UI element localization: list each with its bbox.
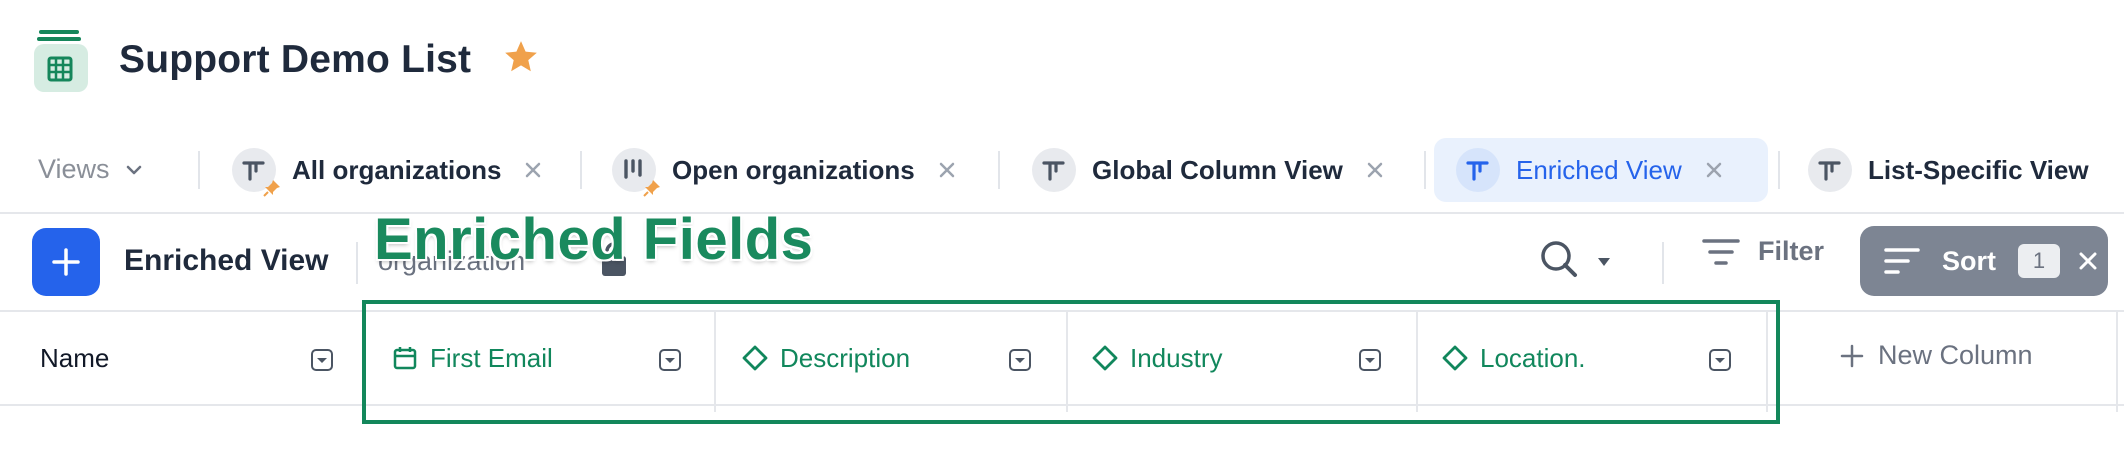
star-icon[interactable]	[502, 38, 540, 76]
column-menu-icon[interactable]	[1358, 348, 1382, 372]
views-dropdown[interactable]: Views	[38, 154, 144, 185]
filter-button[interactable]: Filter	[1702, 236, 1824, 267]
diamond-icon	[742, 345, 768, 371]
diamond-icon	[1442, 345, 1468, 371]
column-menu-icon[interactable]	[1708, 348, 1732, 372]
column-label: Industry	[1130, 342, 1223, 373]
column-label: Name	[40, 342, 110, 373]
plus-icon	[52, 248, 80, 276]
tab-enriched-view[interactable]: Enriched View	[1434, 138, 1768, 202]
tab-divider	[1424, 151, 1426, 189]
tab-divider	[198, 151, 200, 189]
column-header-description[interactable]: Description	[742, 312, 1042, 404]
sort-icon	[1884, 248, 1920, 274]
tab-label: List-Specific View	[1868, 154, 2089, 185]
new-column-label: New Column	[1878, 340, 2033, 370]
column-menu-icon[interactable]	[658, 348, 682, 372]
pin-icon	[643, 180, 660, 197]
board-view-icon	[612, 148, 660, 197]
tab-label: Enriched View	[1516, 154, 1682, 185]
tab-open-organizations[interactable]: Open organizations	[612, 138, 957, 202]
new-column-button[interactable]: New Column	[1840, 340, 2033, 371]
sort-button[interactable]: Sort 1	[1860, 226, 2108, 296]
views-label: Views	[38, 154, 110, 184]
toolbar-divider	[1662, 242, 1664, 284]
column-divider	[1416, 312, 1418, 412]
column-divider	[2116, 312, 2118, 412]
diamond-icon	[1092, 345, 1118, 371]
tab-divider	[1778, 151, 1780, 189]
column-label: Location.	[1480, 342, 1586, 373]
close-icon[interactable]	[2078, 251, 2098, 271]
column-label: First Email	[430, 342, 553, 373]
caret-down-icon[interactable]	[1596, 256, 1612, 268]
column-divider	[1766, 312, 1768, 412]
view-toolbar: Enriched View organization Filter Sort 1	[0, 214, 2124, 312]
column-view-icon	[1456, 148, 1500, 192]
close-icon[interactable]	[523, 160, 543, 180]
column-menu-icon[interactable]	[1008, 348, 1032, 372]
chevron-down-icon	[126, 165, 141, 174]
search-icon[interactable]	[1538, 238, 1580, 280]
column-menu-icon[interactable]	[310, 348, 334, 372]
column-header-industry[interactable]: Industry	[1092, 312, 1392, 404]
tab-global-column-view[interactable]: Global Column View	[1032, 138, 1385, 202]
plus-icon	[1840, 344, 1864, 367]
sort-label: Sort	[1942, 245, 1996, 276]
close-icon[interactable]	[937, 160, 957, 180]
column-view-icon	[232, 148, 280, 197]
tab-divider	[998, 151, 1000, 189]
sort-count-badge: 1	[2018, 244, 2060, 278]
add-record-button[interactable]	[32, 228, 100, 296]
column-view-icon	[1032, 148, 1076, 192]
page-header: Support Demo List	[0, 0, 2124, 125]
column-header-first-email[interactable]: First Email	[392, 312, 692, 404]
tab-label: All organizations	[292, 154, 502, 185]
close-icon[interactable]	[1365, 160, 1385, 180]
current-view-name[interactable]: Enriched View	[124, 244, 329, 278]
annotation-label: Enriched Fields	[374, 207, 814, 272]
tab-list-specific-view[interactable]: List-Specific View	[1808, 138, 2089, 202]
filter-label: Filter	[1758, 236, 1825, 266]
tab-label: Open organizations	[672, 154, 915, 185]
column-divider	[364, 312, 366, 412]
calendar-icon	[393, 347, 417, 370]
column-divider	[714, 312, 716, 412]
filter-icon	[1702, 238, 1740, 265]
column-header-location[interactable]: Location.	[1442, 312, 1742, 404]
pin-icon	[263, 180, 280, 197]
column-view-icon	[1808, 148, 1852, 192]
table-header-row: Name First Email Description Industry Lo…	[0, 312, 2124, 412]
tab-all-organizations[interactable]: All organizations	[232, 138, 543, 202]
tab-label: Global Column View	[1092, 154, 1343, 185]
column-header-name[interactable]: Name	[40, 312, 340, 404]
tab-divider	[580, 151, 582, 189]
building-list-icon	[34, 30, 88, 92]
close-icon[interactable]	[1704, 160, 1724, 180]
page-title: Support Demo List	[119, 38, 472, 81]
column-label: Description	[780, 342, 911, 373]
toolbar-divider	[356, 242, 358, 284]
column-divider	[1066, 312, 1068, 412]
views-tab-bar: Views All organizations Open organizatio…	[0, 134, 2124, 214]
